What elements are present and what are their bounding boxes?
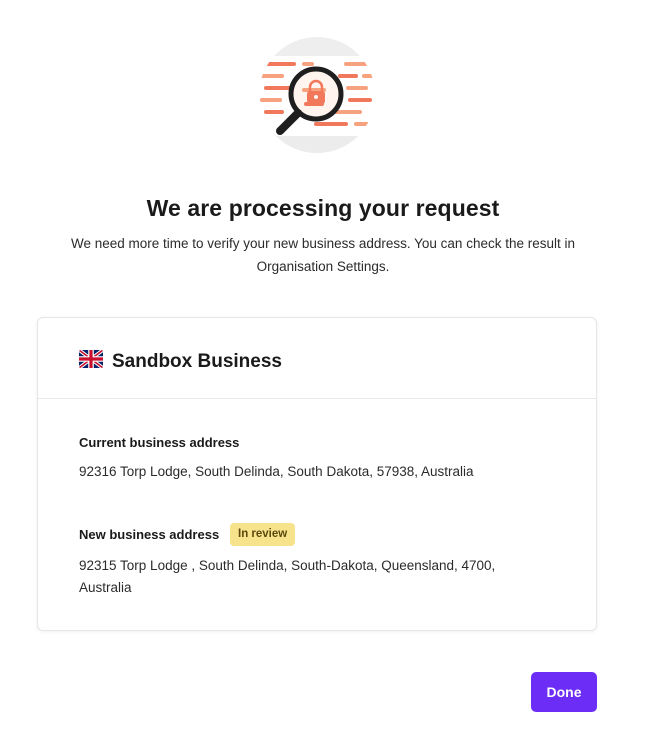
new-address-value: 92315 Torp Lodge , South Delinda, South-…: [79, 558, 496, 595]
current-address-label: Current business address: [79, 435, 240, 450]
done-button[interactable]: Done: [531, 672, 597, 712]
current-address-value: 92316 Torp Lodge, South Delinda, South D…: [79, 464, 474, 479]
business-address-card: Sandbox Business Current business addres…: [37, 317, 597, 631]
new-address-label: New business address: [79, 527, 220, 542]
magnifier-lock-icon: [259, 37, 375, 153]
uk-flag-icon: [79, 350, 103, 368]
status-badge: In review: [230, 523, 296, 546]
page-title: We are processing your request: [146, 195, 500, 221]
page-subtitle: We need more time to verify your new bus…: [70, 236, 575, 274]
card-header: Sandbox Business: [38, 318, 596, 399]
business-name: Sandbox Business: [112, 351, 282, 372]
magnifier-lock-illustration: [258, 36, 376, 154]
